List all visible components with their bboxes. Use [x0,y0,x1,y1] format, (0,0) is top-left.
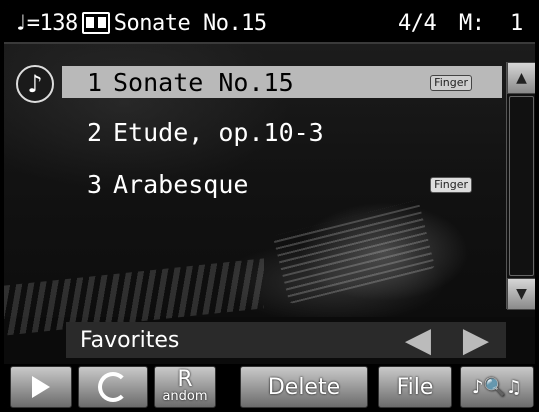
chevron-up-icon: ▲ [516,70,527,86]
song-item-3[interactable]: 3 Arabesque Finger [62,168,502,200]
beat-value: 4/4 [398,10,437,36]
triangle-left-icon: ◀ [404,320,432,360]
song-item-1[interactable]: 1 Sonate No.15 Finger [62,66,502,98]
note-icon: ♩ [14,10,27,36]
music-note-icon: ♪ [16,65,54,103]
scroll-down-button[interactable]: ▼ [507,278,535,310]
song-label: Arabesque [113,169,249,199]
finger-badge: Finger [430,75,472,91]
measure-value: 1 [510,10,523,36]
scrollbar[interactable]: ▲ ▼ [506,62,535,310]
chevron-down-icon: ▼ [516,286,527,302]
measure-label: M: [459,10,485,36]
next-arrow-button[interactable]: ▶ [456,320,496,360]
play-icon [32,376,50,398]
sheet-music-decoration [272,199,436,305]
finger-badge: Finger [430,177,472,193]
song-label: Sonate No.15 [113,67,294,97]
play-button[interactable] [10,366,72,408]
song-number: 3 [87,169,103,199]
search-music-icon: ♪🔍♫ [471,376,523,398]
song-number: 1 [87,67,103,97]
file-button[interactable]: File [378,366,452,408]
random-button[interactable]: R andom [154,366,216,408]
random-label-big: R [177,367,193,392]
previous-arrow-button[interactable]: ◀ [398,320,438,360]
delete-button[interactable]: Delete [240,366,368,408]
song-number: 2 [87,117,103,147]
repeat-button[interactable] [78,366,148,408]
triangle-right-icon: ▶ [462,320,490,360]
favorites-label: Favorites [80,327,180,353]
random-label-small: andom [162,389,208,404]
status-bar: ♩ =138 Sonate No.15 4/4 M: 1 [4,4,535,44]
tempo-value: =138 [26,10,78,36]
search-button[interactable]: ♪🔍♫ [460,366,534,408]
song-title: Sonate No.15 [113,10,267,36]
repeat-icon [98,372,128,402]
song-label: Etude, op.10-3 [113,117,324,147]
scroll-track[interactable] [509,96,534,276]
song-item-2[interactable]: 2 Etude, op.10-3 [62,116,502,148]
book-icon [81,12,110,34]
scroll-up-button[interactable]: ▲ [507,62,535,94]
bottom-toolbar: R andom Delete File ♪🔍♫ [4,364,535,408]
favorites-bar: Favorites ◀ ▶ [66,320,506,360]
screen: ♩ =138 Sonate No.15 4/4 M: 1 ♪ 1 Sonate … [4,4,535,408]
